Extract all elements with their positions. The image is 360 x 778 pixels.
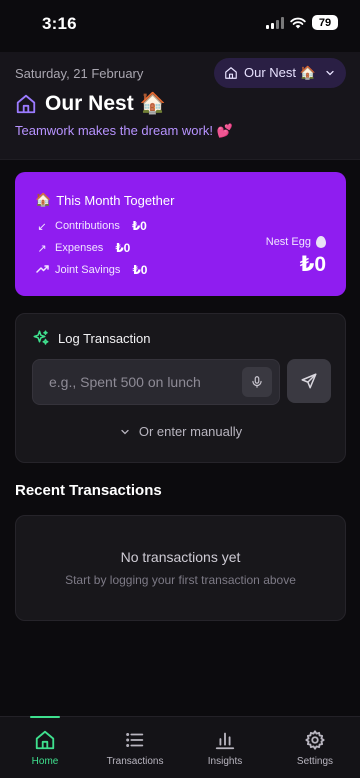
home-icon — [16, 94, 36, 114]
signal-icon — [266, 16, 284, 29]
bottom-nav: Home Transactions Insights Settings — [0, 716, 360, 778]
sparkles-icon — [33, 330, 49, 345]
date-label: Saturday, 21 February — [15, 66, 144, 81]
send-button[interactable] — [287, 359, 331, 403]
chevron-down-icon — [326, 70, 334, 76]
expenses-amount: ₺0 — [115, 241, 131, 255]
nav-settings-label: Settings — [296, 756, 334, 767]
nest-egg-amount: ₺0 — [299, 253, 326, 276]
month-summary-card: 🏠 This Month Together ↙ Contributions ₺0… — [15, 172, 346, 296]
status-bar: 3:16 79 — [0, 0, 360, 48]
recent-transactions-heading: Recent Transactions — [15, 482, 162, 499]
log-transaction-card: Log Transaction Or enter manually — [15, 313, 346, 463]
empty-state-title: No transactions yet — [120, 549, 241, 565]
nav-insights-label: Insights — [207, 756, 243, 767]
egg-icon — [316, 236, 326, 248]
chevron-down-icon — [121, 429, 129, 434]
enter-manually-toggle[interactable]: Or enter manually — [16, 424, 345, 439]
microphone-icon — [252, 376, 262, 388]
page-title: Our Nest 🏠 — [45, 92, 166, 115]
nav-home[interactable]: Home — [0, 717, 90, 778]
status-time: 3:16 — [42, 14, 77, 33]
summary-title: 🏠 This Month Together — [35, 192, 175, 208]
send-icon — [301, 373, 317, 389]
list-icon — [126, 733, 144, 747]
nest-egg-label: Nest Egg — [266, 236, 326, 248]
empty-transactions-card: No transactions yet Start by logging you… — [15, 515, 346, 621]
log-transaction-title: Log Transaction — [32, 329, 151, 347]
tagline: Teamwork makes the dream work! 💕 — [15, 123, 233, 138]
arrow-up-right-icon: ↗ — [37, 242, 47, 255]
battery-indicator: 79 — [312, 15, 338, 30]
bar-chart-icon — [215, 732, 235, 750]
gear-icon — [305, 730, 325, 750]
home-switcher[interactable]: Our Nest 🏠 — [214, 58, 346, 88]
joint-savings-amount: ₺0 — [132, 263, 148, 277]
nav-transactions-label: Transactions — [106, 756, 164, 767]
joint-savings-row: Joint Savings ₺0 — [35, 263, 147, 277]
contributions-amount: ₺0 — [131, 219, 147, 233]
nav-home-label: Home — [31, 756, 59, 767]
home-switcher-label: Our Nest 🏠 — [244, 65, 316, 80]
house-emoji-icon: 🏠 — [35, 192, 52, 207]
empty-state-subtitle: Start by logging your first transaction … — [65, 573, 296, 587]
voice-input-button[interactable] — [242, 367, 272, 397]
nav-transactions[interactable]: Transactions — [90, 717, 180, 778]
contributions-row: ↙ Contributions ₺0 — [35, 219, 147, 233]
status-icons: 79 — [266, 15, 338, 30]
header: Saturday, 21 February Our Nest 🏠 Our Nes… — [0, 52, 360, 160]
arrow-down-left-icon: ↙ — [37, 220, 47, 233]
wifi-icon — [290, 17, 306, 28]
nav-insights[interactable]: Insights — [180, 717, 270, 778]
trend-up-icon — [35, 264, 49, 277]
page-title-row: Our Nest 🏠 — [15, 92, 166, 116]
nav-settings[interactable]: Settings — [270, 717, 360, 778]
app-screen: 3:16 79 Saturday, 21 February Our Nest 🏠 — [0, 0, 360, 778]
home-icon — [35, 730, 55, 750]
home-icon — [225, 67, 237, 79]
expenses-row: ↗ Expenses ₺0 — [35, 241, 130, 255]
